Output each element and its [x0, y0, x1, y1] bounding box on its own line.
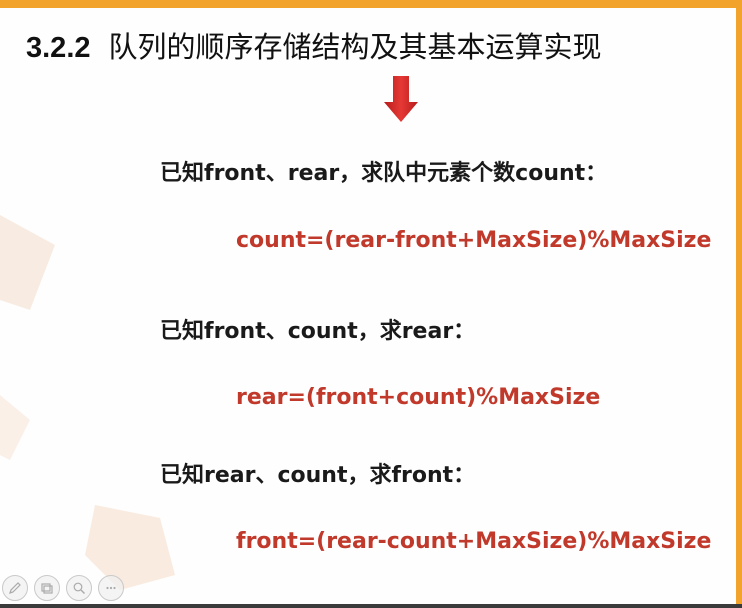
- background-decoration: [0, 215, 175, 590]
- formula-rear: rear=(front+count)%MaxSize: [236, 385, 601, 410]
- more-icon[interactable]: [98, 575, 124, 601]
- presentation-toolbar: [0, 572, 124, 604]
- section-number: 3.2.2: [26, 32, 91, 64]
- title-text: 队列的顺序存储结构及其基本运算实现: [108, 30, 602, 64]
- slide-title: 3.2.2 队列的顺序存储结构及其基本运算实现: [26, 24, 602, 66]
- question-front: 已知rear、count，求front：: [160, 463, 476, 488]
- slides-icon[interactable]: [34, 575, 60, 601]
- slide-viewer: 3.2.2 队列的顺序存储结构及其基本运算实现 已知front、rear，求队中元…: [0, 0, 742, 608]
- question-rear: 已知front、count，求rear：: [160, 319, 476, 344]
- slide-top-border: [0, 0, 742, 8]
- zoom-icon[interactable]: [66, 575, 92, 601]
- formula-count: count=(rear-front+MaxSize)%MaxSize: [236, 228, 712, 253]
- question-count: 已知front、rear，求队中元素个数count：: [160, 161, 608, 186]
- slide-right-border: [736, 0, 742, 608]
- down-arrow-icon: [384, 76, 418, 122]
- slide-bottom-border: [0, 604, 742, 608]
- formula-front: front=(rear-count+MaxSize)%MaxSize: [236, 529, 712, 554]
- pen-icon[interactable]: [2, 575, 28, 601]
